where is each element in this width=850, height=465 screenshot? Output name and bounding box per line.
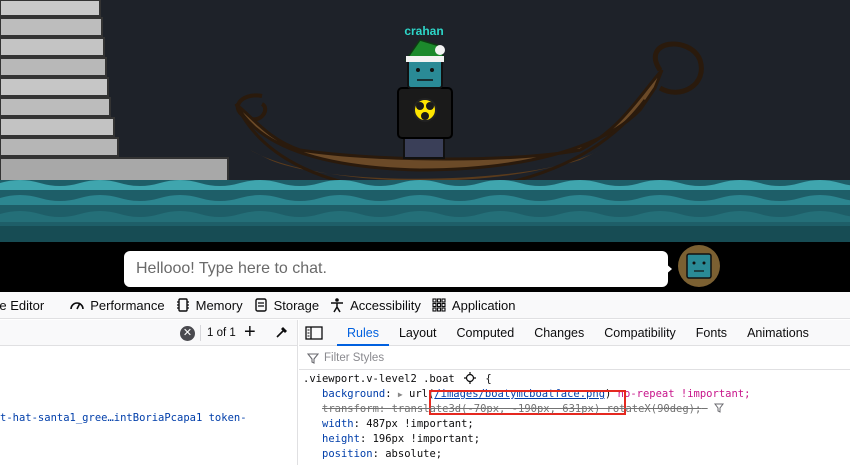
clear-search-icon[interactable]: ✕ <box>180 326 195 341</box>
tab-label: Application <box>451 297 516 313</box>
declaration-position[interactable]: position: absolute; <box>303 447 848 462</box>
toolbox-tabs: yle Editor Performance Memory Storage Ac… <box>0 292 850 319</box>
tab-application[interactable]: Application <box>430 292 525 319</box>
eyedropper-icon[interactable] <box>274 324 290 340</box>
declaration-width[interactable]: width: 487px !important; <box>303 417 848 432</box>
tab-style-editor[interactable]: yle Editor <box>0 292 68 319</box>
property-name[interactable]: height <box>322 433 360 445</box>
player-character <box>397 39 453 159</box>
tab-storage[interactable]: Storage <box>252 292 329 319</box>
property-value[interactable]: 487px !important; <box>366 418 473 430</box>
property-name[interactable]: background <box>322 388 385 400</box>
boat <box>234 41 704 194</box>
tab-memory[interactable]: Memory <box>174 292 252 319</box>
property-value[interactable]: 196px !important; <box>373 433 480 445</box>
value-keywords: no-repeat !important; <box>617 388 751 400</box>
stone-wall <box>0 0 229 183</box>
chat-bubble-tail <box>664 262 672 276</box>
toggle-layout-icon[interactable] <box>305 325 323 341</box>
storage-icon <box>252 297 270 313</box>
tab-changes[interactable]: Changes <box>524 320 594 346</box>
markup-toolbar: ✕ 1 of 1 + <box>0 320 297 346</box>
accessibility-person-icon <box>328 297 346 313</box>
property-name[interactable]: transform <box>322 403 379 415</box>
tab-label: yle Editor <box>0 297 45 313</box>
tab-fonts[interactable]: Fonts <box>686 320 737 346</box>
tab-performance[interactable]: Performance <box>68 292 173 319</box>
add-node-button[interactable]: + <box>244 322 256 342</box>
chat-input[interactable] <box>124 251 668 287</box>
rule-selector[interactable]: .viewport.v-level2 .boat <box>303 373 455 385</box>
property-name[interactable]: position <box>322 448 373 460</box>
filter-styles-input[interactable] <box>324 351 624 364</box>
filter-funnel-icon <box>307 352 319 364</box>
application-grid-icon <box>430 297 448 313</box>
sidebar-tabs: Rules Layout Computed Changes Compatibil… <box>299 320 850 346</box>
element-highlight-icon[interactable] <box>464 372 477 384</box>
tab-rules[interactable]: Rules <box>337 320 389 346</box>
tab-label: Memory <box>195 297 243 313</box>
tab-computed[interactable]: Computed <box>447 320 525 346</box>
declaration-height[interactable]: height: 196px !important; <box>303 432 848 447</box>
rule-open-brace: { <box>485 373 492 385</box>
property-name[interactable]: width <box>322 418 354 430</box>
css-rule: .viewport.v-level2 .boat { background: ▶… <box>303 372 848 462</box>
declaration-transform[interactable]: transform: translate3d(-70px, -190px, 63… <box>303 402 848 417</box>
devtools-panel: yle Editor Performance Memory Storage Ac… <box>0 292 850 465</box>
tab-layout[interactable]: Layout <box>389 320 447 346</box>
markup-pane: ✕ 1 of 1 + t-hat-santa1_gree…intBoriaPca… <box>0 320 298 465</box>
memory-chip-icon <box>174 297 192 313</box>
tab-label: Storage <box>273 297 320 313</box>
tab-accessibility[interactable]: Accessibility <box>328 292 430 319</box>
property-value[interactable]: translate3d(-70px, -190px, 631px) rotate… <box>392 403 702 415</box>
water <box>0 180 850 242</box>
filter-row <box>299 346 850 370</box>
rules-pane: Rules Layout Computed Changes Compatibil… <box>299 320 850 465</box>
markup-node-text[interactable]: t-hat-santa1_gree…intBoriaPcapa1 token- <box>0 412 247 424</box>
player-name-label: crahan <box>404 24 444 38</box>
search-match-count: 1 of 1 <box>200 325 236 341</box>
rule-selector-line: .viewport.v-level2 .boat { <box>303 372 848 387</box>
property-value[interactable]: absolute; <box>385 448 442 460</box>
tab-label: Accessibility <box>350 297 421 313</box>
chat-avatar[interactable] <box>678 245 720 287</box>
performance-gauge-icon <box>68 297 86 313</box>
tab-compatibility[interactable]: Compatibility <box>594 320 686 346</box>
expand-twisty-icon[interactable]: ▶ <box>398 390 403 399</box>
tab-label: Performance <box>90 297 165 313</box>
tab-animations[interactable]: Animations <box>737 320 819 346</box>
declaration-background[interactable]: background: ▶ url(/images/boatymcboatfac… <box>303 387 848 415</box>
filter-funnel-icon[interactable] <box>713 403 724 413</box>
avatar-face-icon <box>686 253 712 279</box>
